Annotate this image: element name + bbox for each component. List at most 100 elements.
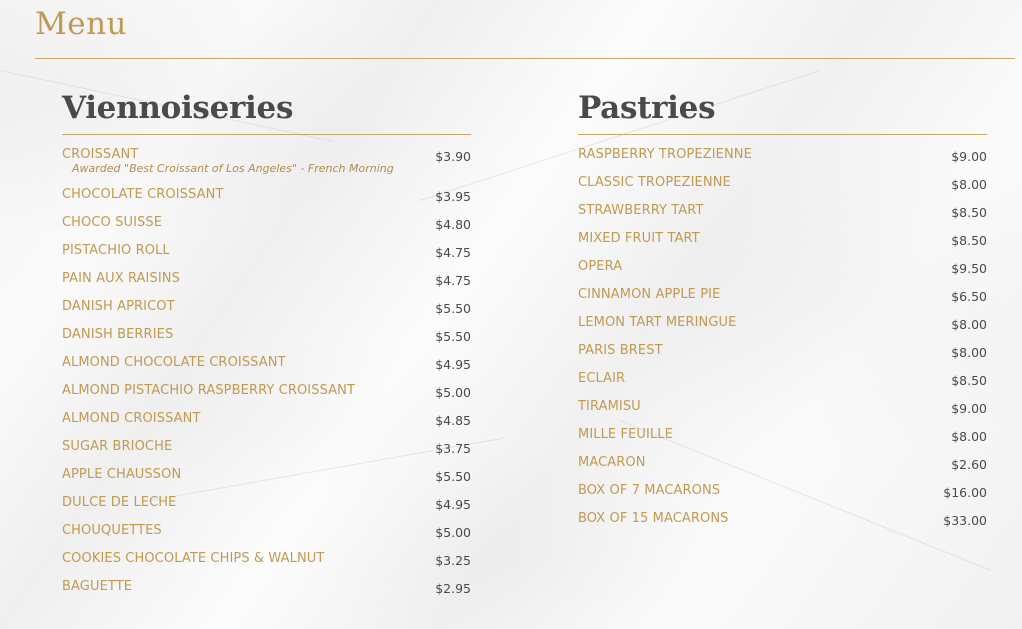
menu-item: DANISH APRICOT $5.50 — [62, 299, 471, 327]
menu-item-price: $2.60 — [951, 457, 987, 472]
menu-item-name: CHOCOLATE CROISSANT — [62, 187, 224, 202]
menu-item-price: $4.80 — [435, 217, 471, 232]
viennoiseries-section: Viennoiseries CROISSANT Awarded "Best Cro… — [62, 88, 471, 607]
menu-item-name: ALMOND CHOCOLATE CROISSANT — [62, 355, 286, 370]
section-divider — [62, 134, 471, 135]
menu-item-price: $3.90 — [435, 149, 471, 164]
menu-item: DANISH BERRIES $5.50 — [62, 327, 471, 355]
menu-item: ALMOND PISTACHIO RASPBERRY CROISSANT $5.0… — [62, 383, 471, 411]
menu-item: RASPBERRY TROPEZIENNE $9.00 — [578, 147, 987, 175]
menu-item-price: $8.00 — [951, 345, 987, 360]
menu-item-price: $5.50 — [435, 301, 471, 316]
menu-item: TIRAMISU $9.00 — [578, 399, 987, 427]
section-heading-pastries: Pastries — [578, 90, 716, 126]
menu-item-price: $5.50 — [435, 329, 471, 344]
menu-item: CROISSANT Awarded "Best Croissant of Los … — [62, 147, 471, 187]
menu-item: CLASSIC TROPEZIENNE $8.00 — [578, 175, 987, 203]
menu-item-price: $3.95 — [435, 189, 471, 204]
menu-item-name: CHOUQUETTES — [62, 523, 162, 538]
menu-item: MACARON $2.60 — [578, 455, 987, 483]
menu-item-name: CROISSANT — [62, 147, 139, 162]
menu-item-price: $8.00 — [951, 177, 987, 192]
menu-item-price: $4.75 — [435, 245, 471, 260]
menu-item: DULCE DE LECHE $4.95 — [62, 495, 471, 523]
menu-item-price: $8.50 — [951, 205, 987, 220]
menu-item-price: $5.50 — [435, 469, 471, 484]
viennoiseries-list: CROISSANT Awarded "Best Croissant of Los … — [62, 147, 471, 607]
menu-item: LEMON TART MERINGUE $8.00 — [578, 315, 987, 343]
menu-item-price: $4.95 — [435, 357, 471, 372]
menu-item-price: $9.50 — [951, 261, 987, 276]
pastries-section: Pastries RASPBERRY TROPEZIENNE $9.00 CLASS… — [578, 88, 987, 539]
menu-item-price: $3.25 — [435, 553, 471, 568]
menu-item-name: CLASSIC TROPEZIENNE — [578, 175, 731, 190]
menu-item: CHOUQUETTES $5.00 — [62, 523, 471, 551]
section-heading-viennoiseries: Viennoiseries — [62, 90, 294, 126]
menu-item-name: BOX OF 7 MACARONS — [578, 483, 721, 498]
menu-item-name: BAGUETTE — [62, 579, 133, 594]
page-title: Menu — [35, 6, 128, 42]
menu-item-name: SUGAR BRIOCHE — [62, 439, 173, 454]
menu-item: CHOCO SUISSE $4.80 — [62, 215, 471, 243]
menu-item-price: $8.50 — [951, 233, 987, 248]
menu-item-name: DANISH BERRIES — [62, 327, 174, 342]
menu-item: CHOCOLATE CROISSANT $3.95 — [62, 187, 471, 215]
menu-item-price: $8.50 — [951, 373, 987, 388]
menu-item: MIXED FRUIT TART $8.50 — [578, 231, 987, 259]
menu-item-price: $2.95 — [435, 581, 471, 596]
menu-item-price: $3.75 — [435, 441, 471, 456]
menu-item-name: PAIN AUX RAISINS — [62, 271, 180, 286]
menu-item-price: $4.85 — [435, 413, 471, 428]
menu-item-price: $6.50 — [951, 289, 987, 304]
menu-item-name: MACARON — [578, 455, 646, 470]
menu-item-note: Awarded "Best Croissant of Los Angeles" … — [72, 162, 394, 175]
menu-item: MILLE FEUILLE $8.00 — [578, 427, 987, 455]
menu-item-name: MIXED FRUIT TART — [578, 231, 700, 246]
menu-item-name: CHOCO SUISSE — [62, 215, 163, 230]
menu-item: APPLE CHAUSSON $5.50 — [62, 467, 471, 495]
menu-item-price: $4.75 — [435, 273, 471, 288]
menu-item-price: $5.00 — [435, 385, 471, 400]
menu-item-price: $8.00 — [951, 317, 987, 332]
menu-item-name: MILLE FEUILLE — [578, 427, 673, 442]
menu-item-name: RASPBERRY TROPEZIENNE — [578, 147, 752, 162]
menu-item-name: DULCE DE LECHE — [62, 495, 177, 510]
menu-item: ECLAIR $8.50 — [578, 371, 987, 399]
title-divider — [35, 58, 1015, 59]
menu-item-price: $9.00 — [951, 401, 987, 416]
menu-item: PAIN AUX RAISINS $4.75 — [62, 271, 471, 299]
menu-item: PARIS BREST $8.00 — [578, 343, 987, 371]
menu-item-name: BOX OF 15 MACARONS — [578, 511, 729, 526]
menu-item: PISTACHIO ROLL $4.75 — [62, 243, 471, 271]
menu-item-price: $16.00 — [943, 485, 987, 500]
menu-item-price: $33.00 — [943, 513, 987, 528]
menu-item-name: DANISH APRICOT — [62, 299, 175, 314]
menu-item: BOX OF 7 MACARONS $16.00 — [578, 483, 987, 511]
section-divider — [578, 134, 987, 135]
menu-item-name: STRAWBERRY TART — [578, 203, 704, 218]
menu-item-name: OPERA — [578, 259, 623, 274]
menu-item-price: $8.00 — [951, 429, 987, 444]
menu-item: ALMOND CROISSANT $4.85 — [62, 411, 471, 439]
menu-item: SUGAR BRIOCHE $3.75 — [62, 439, 471, 467]
menu-item-name: CINNAMON APPLE PIE — [578, 287, 721, 302]
menu-item-price: $9.00 — [951, 149, 987, 164]
menu-item-price: $5.00 — [435, 525, 471, 540]
pastries-list: RASPBERRY TROPEZIENNE $9.00 CLASSIC TROPEZ… — [578, 147, 987, 539]
menu-item-price: $4.95 — [435, 497, 471, 512]
menu-item-name: ALMOND CROISSANT — [62, 411, 201, 426]
menu-item-name: TIRAMISU — [578, 399, 641, 414]
menu-item: OPERA $9.50 — [578, 259, 987, 287]
menu-item: BOX OF 15 MACARONS $33.00 — [578, 511, 987, 539]
menu-item-name: COOKIES CHOCOLATE CHIPS & WALNUT — [62, 551, 325, 566]
menu-item: BAGUETTE $2.95 — [62, 579, 471, 607]
menu-item: ALMOND CHOCOLATE CROISSANT $4.95 — [62, 355, 471, 383]
menu-item-name: LEMON TART MERINGUE — [578, 315, 737, 330]
menu-item-name: APPLE CHAUSSON — [62, 467, 182, 482]
menu-item: CINNAMON APPLE PIE $6.50 — [578, 287, 987, 315]
menu-item-name: PARIS BREST — [578, 343, 663, 358]
menu-item: STRAWBERRY TART $8.50 — [578, 203, 987, 231]
menu-item-name: ECLAIR — [578, 371, 626, 386]
menu-item-name: PISTACHIO ROLL — [62, 243, 170, 258]
menu-item-name: ALMOND PISTACHIO RASPBERRY CROISSANT — [62, 383, 356, 398]
